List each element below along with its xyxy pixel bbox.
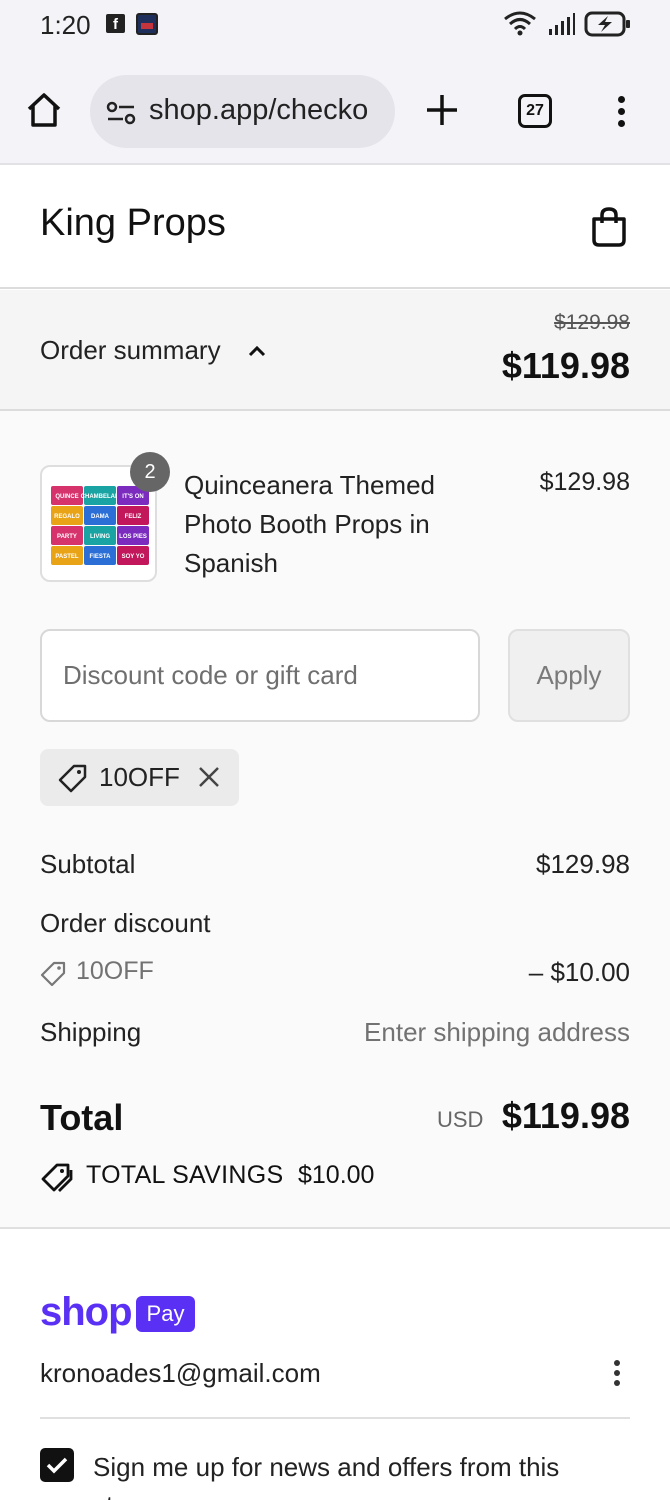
tab-switcher-button[interactable]: 27: [518, 94, 552, 128]
prop-sign-text: PARTY: [57, 534, 77, 540]
signal-icon: [549, 13, 575, 35]
total-savings-value: $10.00: [298, 1161, 375, 1189]
product-name: Quinceanera Themed Photo Booth Props in …: [184, 470, 436, 578]
newsletter-label[interactable]: Sign me up for news and offers from this…: [93, 1448, 613, 1500]
wifi-icon: [504, 11, 536, 36]
total-label: Total: [40, 1097, 124, 1138]
store-name[interactable]: King Props: [40, 202, 226, 245]
facebook-icon: f: [106, 14, 125, 33]
applied-code-text: 10OFF: [99, 762, 180, 792]
shopping-bag-icon[interactable]: [590, 206, 628, 248]
newsletter-checkbox[interactable]: [40, 1448, 74, 1482]
url-text[interactable]: shop.app/checko: [149, 94, 368, 127]
store-header: King Props: [0, 165, 670, 289]
app-notification-icon: [136, 13, 158, 35]
product-image: QUINCE CHAMBELAN IT'S ON REGALO DAMA FELIZ PAR…: [51, 486, 149, 565]
pay-badge: Pay: [136, 1296, 195, 1332]
shipping-value: Enter shipping address: [364, 1017, 630, 1047]
product-price: $129.98: [539, 468, 630, 496]
home-icon[interactable]: [25, 92, 63, 128]
discount-code-label: 10OFF: [76, 957, 154, 985]
shop-pay-logo: shop: [40, 1290, 133, 1334]
total-currency: USD: [437, 1107, 484, 1132]
prop-sign-text: LIVING: [90, 534, 110, 540]
tag-icon: [40, 961, 66, 987]
shop-pay-section: shop Pay kronoades1@gmail.com Sign me up…: [0, 1230, 670, 1500]
close-icon[interactable]: [198, 766, 220, 788]
subtotal-value: $129.98: [536, 849, 630, 879]
order-summary-panel: QUINCE CHAMBELAN IT'S ON REGALO DAMA FELIZ PAR…: [0, 411, 670, 1229]
order-summary-label[interactable]: Order summary: [40, 335, 221, 366]
prop-sign-text: SOY YO: [122, 554, 145, 560]
account-email: kronoades1@gmail.com: [40, 1358, 321, 1388]
savings-tag-icon: [41, 1163, 73, 1192]
chevron-up-icon[interactable]: [247, 344, 267, 358]
status-time: 1:20: [40, 10, 91, 40]
discount-value: – $10.00: [528, 957, 630, 987]
battery-charging-icon: [584, 11, 630, 37]
shipping-label: Shipping: [40, 1017, 142, 1047]
divider: [40, 1417, 630, 1419]
apply-button[interactable]: Apply: [508, 629, 630, 722]
original-total: $129.98: [554, 311, 630, 334]
subtotal-label: Subtotal: [40, 849, 136, 879]
order-discount-label: Order discount: [40, 908, 211, 938]
status-bar: 1:20 f: [0, 0, 670, 56]
total-savings-label: TOTAL SAVINGS: [86, 1161, 284, 1189]
prop-sign-text: DAMA: [91, 514, 110, 520]
prop-sign-text: LOS PIES: [119, 534, 147, 540]
account-menu-icon[interactable]: [614, 1360, 622, 1390]
browser-toolbar: shop.app/checko 27: [0, 56, 670, 165]
prop-sign-text: FIESTA: [90, 554, 112, 560]
checkmark-icon: [46, 1457, 68, 1474]
tune-icon[interactable]: [106, 101, 136, 125]
new-tab-icon[interactable]: [425, 93, 459, 127]
quantity-badge: 2: [130, 452, 170, 492]
prop-sign-text: CHAMBELAN: [81, 494, 120, 500]
prop-sign-text: PASTEL: [55, 554, 79, 560]
total-value: $119.98: [501, 1095, 630, 1136]
prop-sign-text: IT'S ON: [122, 494, 143, 500]
prop-sign-text: FELIZ: [125, 514, 142, 520]
applied-code-chip: 10OFF: [40, 749, 239, 806]
menu-icon[interactable]: [618, 96, 628, 132]
prop-sign-text: QUINCE: [55, 494, 78, 500]
prop-sign-text: REGALO: [54, 514, 80, 520]
tag-icon: [58, 764, 87, 793]
discount-code-input[interactable]: [40, 629, 480, 722]
address-bar[interactable]: shop.app/checko: [90, 75, 395, 148]
summary-total: $119.98: [501, 345, 630, 386]
order-summary-toggle[interactable]: Order summary $129.98 $119.98: [0, 290, 670, 411]
